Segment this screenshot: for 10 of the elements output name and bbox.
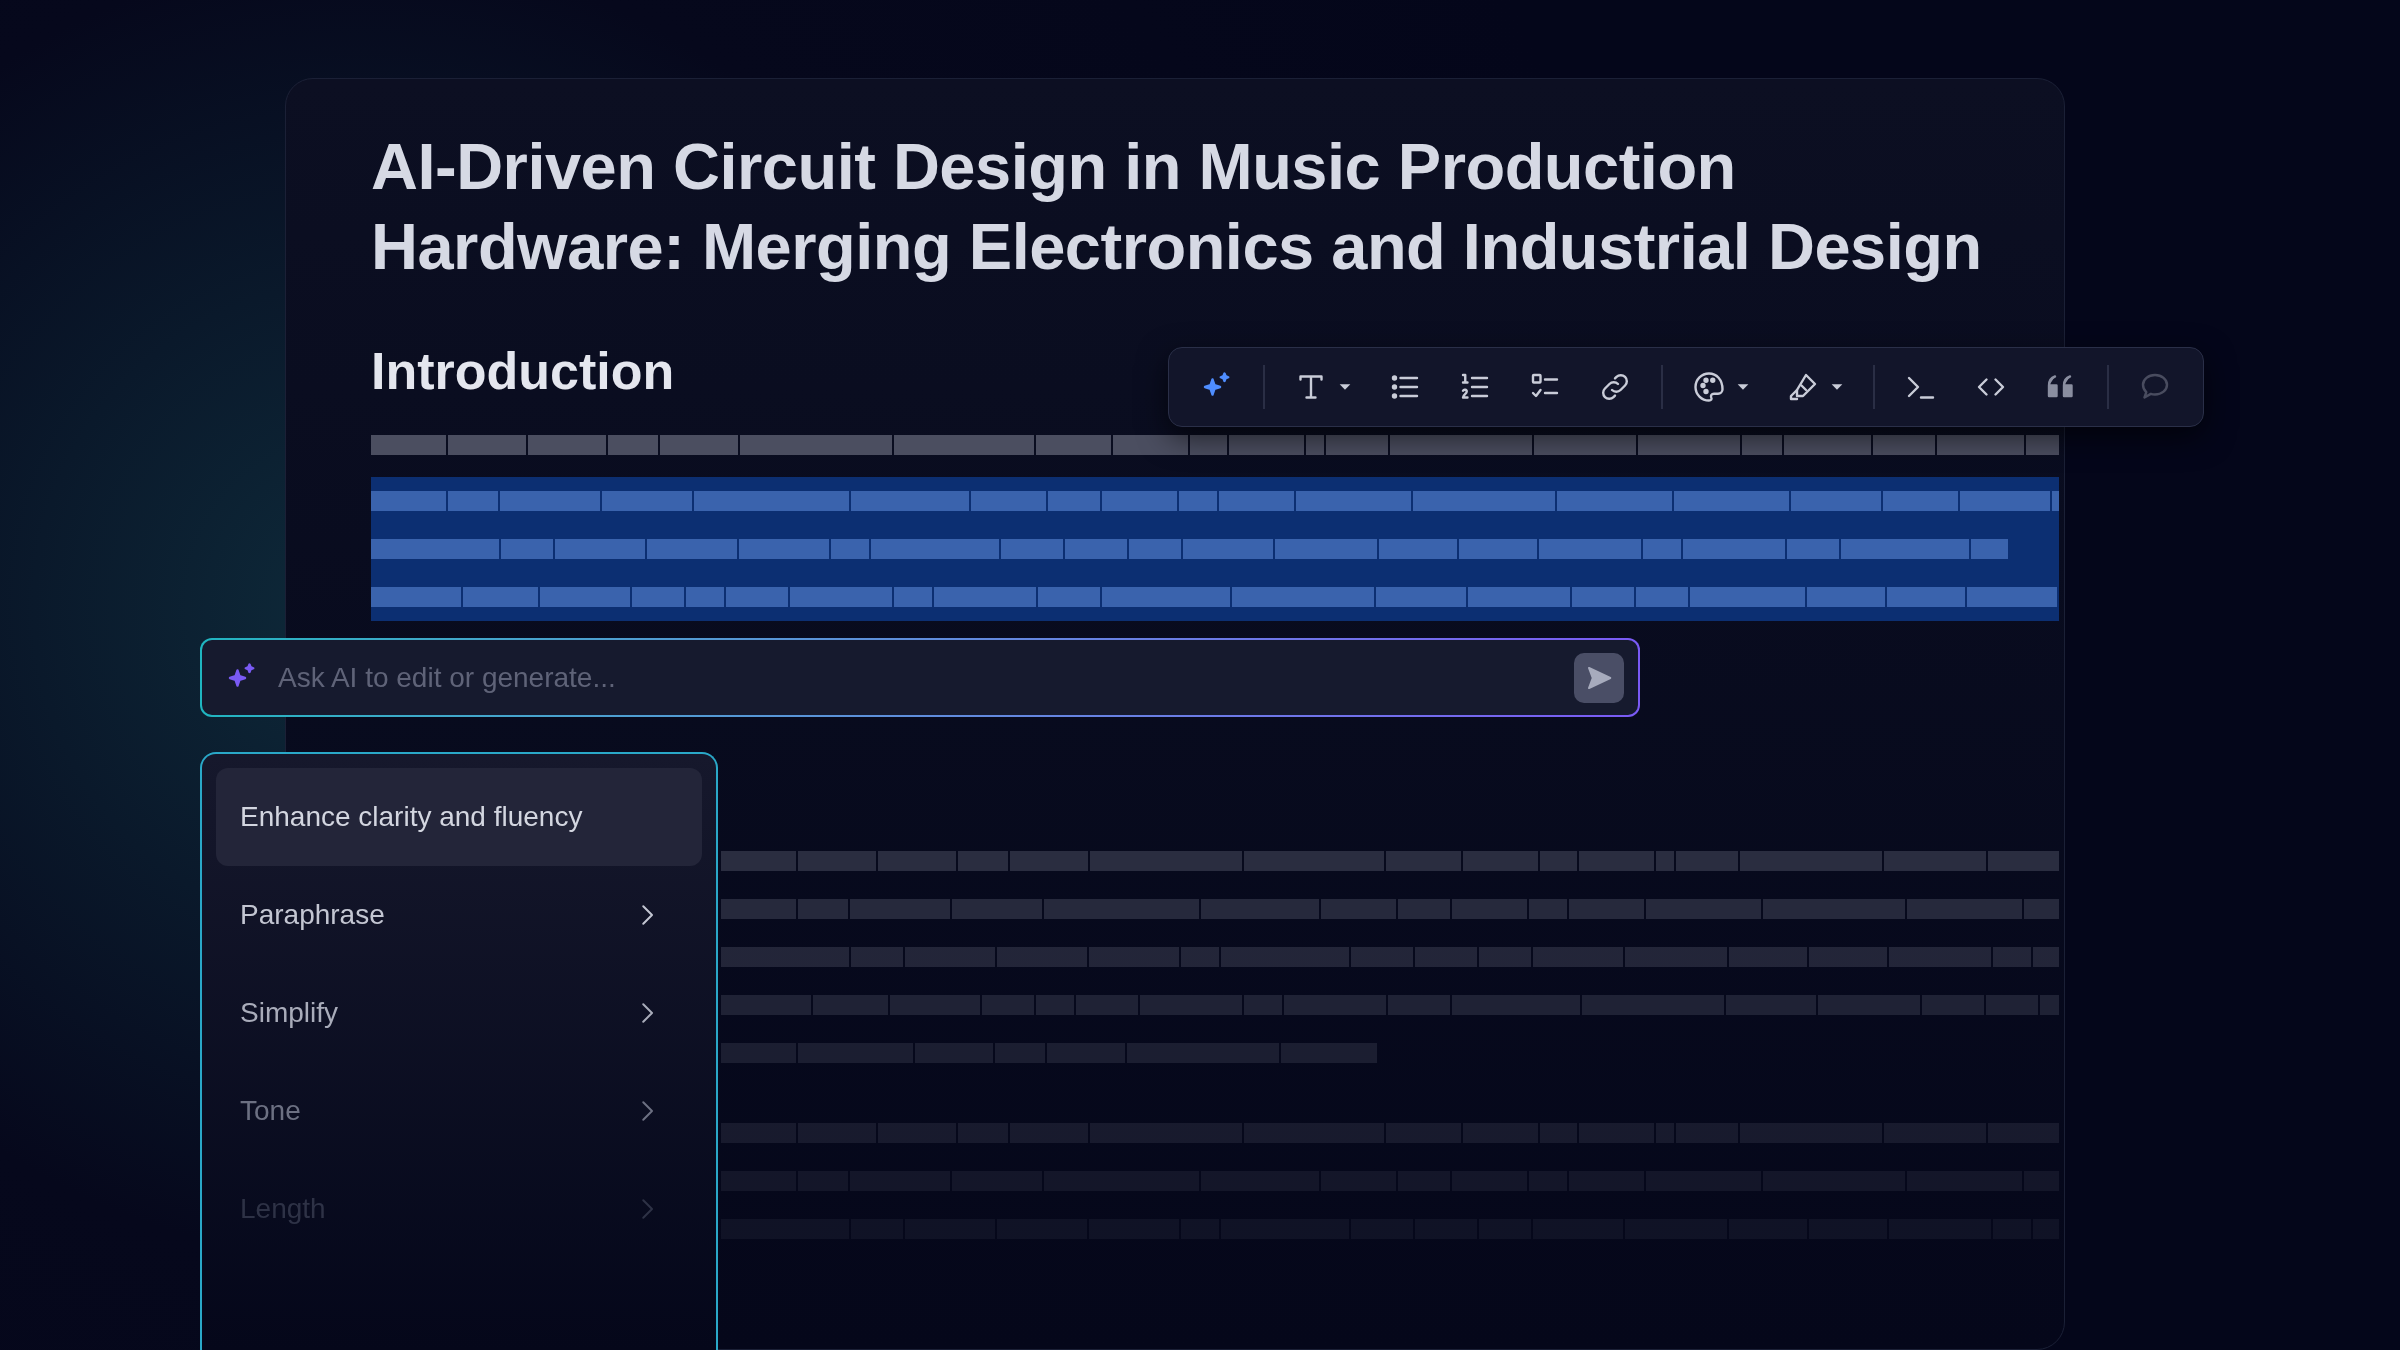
menu-item[interactable]: Paraphrase — [216, 866, 702, 964]
menu-item[interactable]: Tone — [216, 1062, 702, 1160]
document-title: Hardware: Merging Electronics and Industrial Design — [371, 209, 1983, 285]
document-title: AI-Driven Circuit Design in Music Production — [371, 129, 1737, 205]
menu-item[interactable]: Simplify — [216, 964, 702, 1062]
menu-item[interactable]: Enhance clarity and fluency — [216, 768, 702, 866]
ai-prompt-bar[interactable]: Ask AI to edit or generate... — [202, 640, 1638, 715]
section-heading: Introduction — [371, 341, 675, 401]
palette-icon — [1691, 369, 1727, 405]
send-button[interactable] — [1574, 652, 1624, 703]
